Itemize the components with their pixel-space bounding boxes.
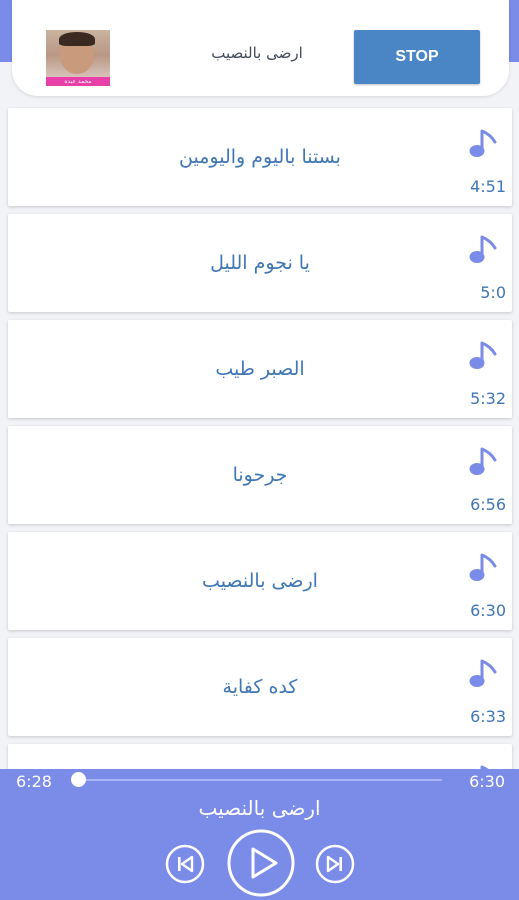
song-item[interactable]: يا نجوم الليل 5:0 [8,214,512,312]
music-note-icon [469,553,497,581]
song-item[interactable]: كده كفاية 6:33 [8,638,512,736]
current-time: 6:28 [16,772,52,791]
song-title: بستنا باليوم واليومين [179,146,341,168]
song-duration: 5:0 [480,283,506,302]
next-button[interactable] [315,844,355,884]
play-button[interactable] [226,828,296,898]
now-playing-title: ارضى بالنصيب [211,44,303,62]
skip-next-icon [315,844,355,884]
song-duration: 5:32 [470,389,506,408]
player-title: ارضى بالنصيب [198,796,321,820]
song-title: كده كفاية [222,676,298,698]
song-duration: 6:30 [470,601,506,620]
stop-button[interactable]: STOP [354,30,480,84]
previous-button[interactable] [165,844,205,884]
skip-previous-icon [165,844,205,884]
play-icon [227,829,295,897]
album-thumbnail: محمد عبده [46,30,110,86]
song-title: ارضى بالنصيب [202,570,318,592]
music-note-icon [469,447,497,475]
song-duration: 6:33 [470,707,506,726]
music-note-icon [469,341,497,369]
music-note-icon [469,129,497,157]
artist-hair [59,32,95,46]
total-time: 6:30 [469,772,505,791]
music-note-icon [469,235,497,263]
song-title: الصبر طيب [215,358,305,380]
song-list[interactable]: بستنا باليوم واليومين 4:51 يا نجوم الليل… [0,0,519,770]
song-duration: 6:56 [470,495,506,514]
music-note-icon [469,659,497,687]
song-item[interactable]: الصبر طيب 5:32 [8,320,512,418]
seek-knob[interactable] [71,772,86,787]
song-item[interactable]: بستنا باليوم واليومين 4:51 [8,108,512,206]
now-playing-card: محمد عبده ارضى بالنصيب STOP [12,0,509,96]
song-title: يا نجوم الليل [210,252,310,274]
song-item-partial[interactable] [8,744,512,770]
seek-bar[interactable] [77,779,442,781]
thumbnail-caption: محمد عبده [46,77,110,86]
song-duration: 4:51 [470,177,506,196]
song-title: جرحونا [232,464,288,486]
song-item[interactable]: جرحونا 6:56 [8,426,512,524]
song-item[interactable]: ارضى بالنصيب 6:30 [8,532,512,630]
